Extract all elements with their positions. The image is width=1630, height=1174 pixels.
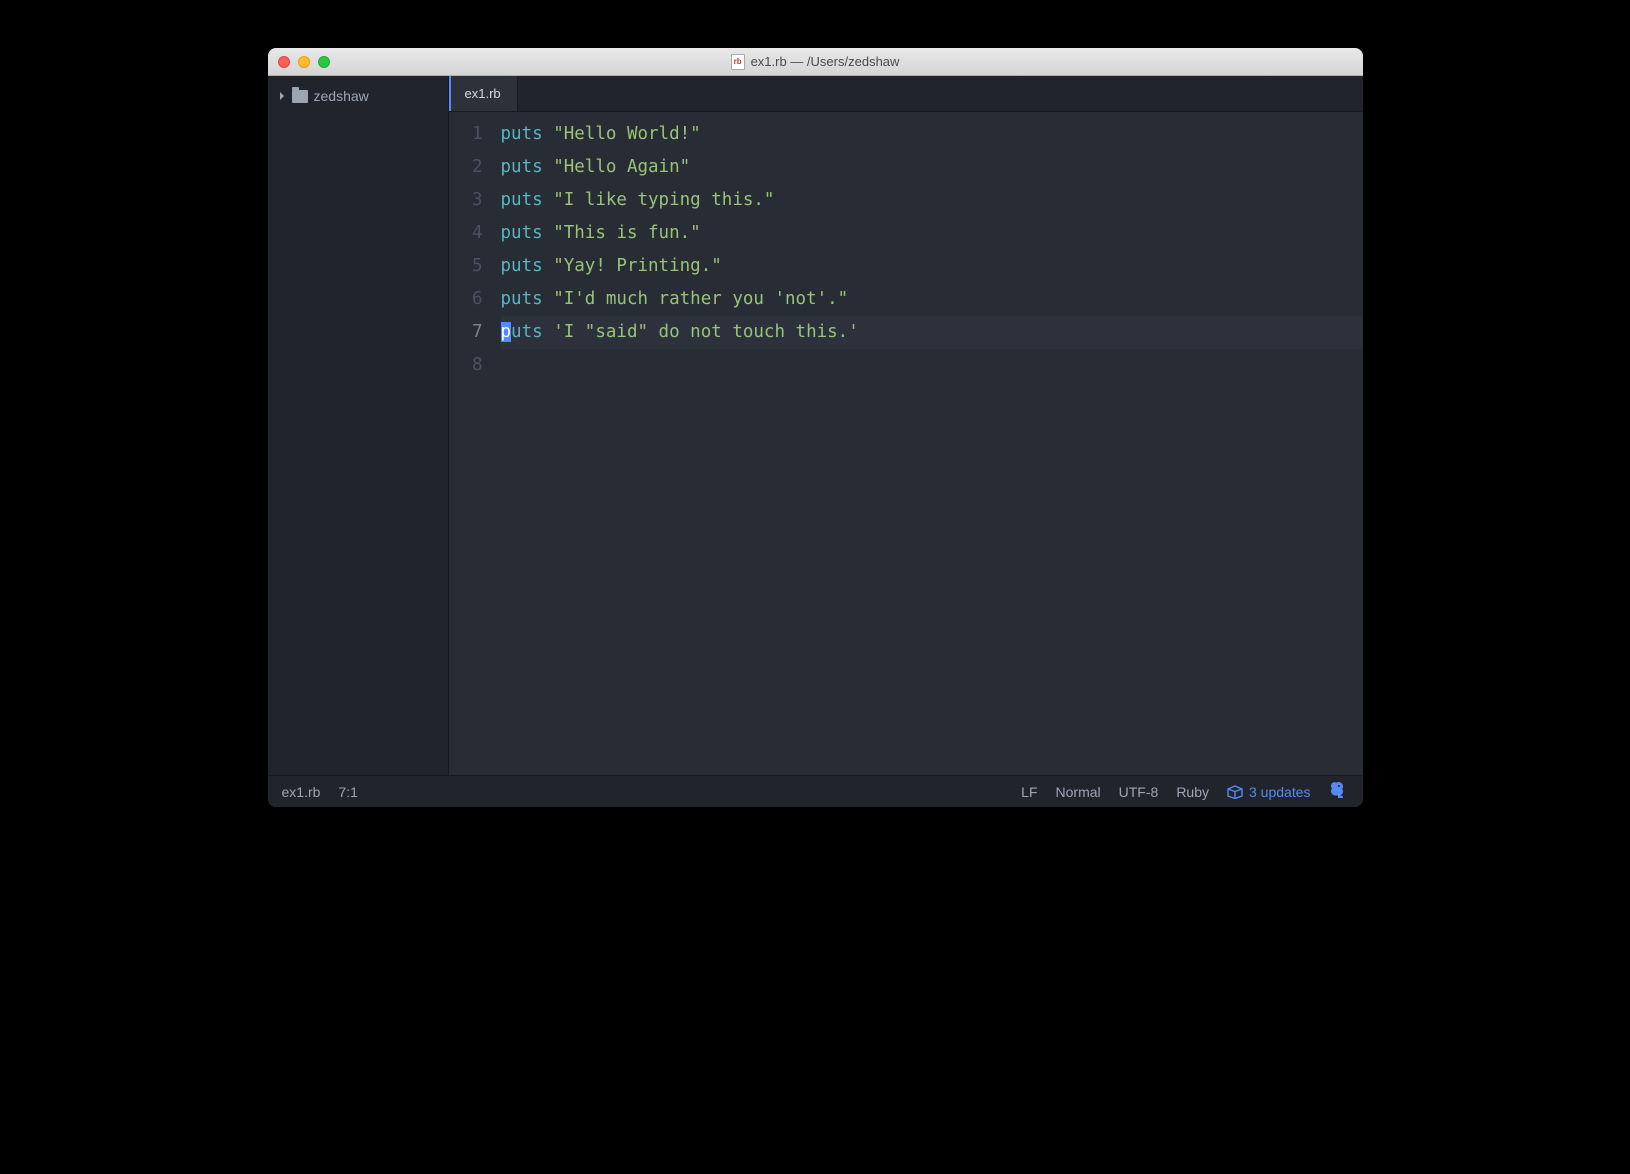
traffic-lights [278, 56, 330, 68]
status-encoding[interactable]: UTF-8 [1119, 784, 1159, 800]
line-number: 2 [449, 151, 483, 184]
package-icon [1227, 785, 1243, 799]
line-number-gutter: 12345678 [449, 118, 501, 775]
line-number: 6 [449, 283, 483, 316]
tab-bar[interactable]: ex1.rb [449, 76, 1363, 112]
code-line[interactable]: puts "I'd much rather you 'not'." [501, 283, 1363, 316]
code-editor[interactable]: 12345678 puts "Hello World!"puts "Hello … [449, 112, 1363, 775]
line-number: 8 [449, 349, 483, 382]
line-number: 3 [449, 184, 483, 217]
code-line[interactable]: puts "This is fun." [501, 217, 1363, 250]
window-title: ex1.rb — /Users/zedshaw [751, 54, 900, 69]
code-content[interactable]: puts "Hello World!"puts "Hello Again"put… [501, 118, 1363, 775]
tree-root-label: zedshaw [314, 88, 369, 104]
editor-area: ex1.rb 12345678 puts "Hello World!"puts … [449, 76, 1363, 775]
zoom-window-button[interactable] [318, 56, 330, 68]
tab-ex1rb[interactable]: ex1.rb [449, 76, 518, 111]
cursor: p [501, 322, 512, 342]
window-title-wrap: rb ex1.rb — /Users/zedshaw [278, 54, 1353, 70]
ruby-file-icon: rb [731, 54, 745, 70]
status-cursor-position[interactable]: 7:1 [338, 784, 357, 800]
status-updates-label: 3 updates [1249, 784, 1311, 800]
titlebar[interactable]: rb ex1.rb — /Users/zedshaw [268, 48, 1363, 76]
tree-root-item[interactable]: zedshaw [268, 84, 448, 108]
code-line[interactable]: puts "Hello World!" [501, 118, 1363, 151]
code-line[interactable]: puts "I like typing this." [501, 184, 1363, 217]
status-bar: ex1.rb 7:1 LF Normal UTF-8 Ruby 3 update… [268, 775, 1363, 807]
code-line[interactable]: puts "Yay! Printing." [501, 250, 1363, 283]
main-split: zedshaw ex1.rb 12345678 puts "Hello Worl… [268, 76, 1363, 775]
code-line[interactable] [501, 349, 1363, 382]
line-number: 4 [449, 217, 483, 250]
tab-label: ex1.rb [465, 86, 501, 101]
status-filename[interactable]: ex1.rb [282, 784, 321, 800]
folder-icon [292, 90, 308, 103]
close-window-button[interactable] [278, 56, 290, 68]
status-language[interactable]: Ruby [1176, 784, 1209, 800]
line-number: 5 [449, 250, 483, 283]
status-line-ending[interactable]: LF [1021, 784, 1037, 800]
minimize-window-button[interactable] [298, 56, 310, 68]
squirrel-icon[interactable] [1329, 780, 1349, 803]
line-number: 1 [449, 118, 483, 151]
app-window: rb ex1.rb — /Users/zedshaw zedshaw ex1.r… [268, 48, 1363, 807]
code-line[interactable]: puts 'I "said" do not touch this.' [501, 316, 1363, 349]
line-number: 7 [449, 316, 483, 349]
chevron-right-icon [278, 92, 286, 100]
code-line[interactable]: puts "Hello Again" [501, 151, 1363, 184]
file-tree-sidebar[interactable]: zedshaw [268, 76, 449, 775]
status-vim-mode[interactable]: Normal [1056, 784, 1101, 800]
status-updates-button[interactable]: 3 updates [1227, 784, 1311, 800]
